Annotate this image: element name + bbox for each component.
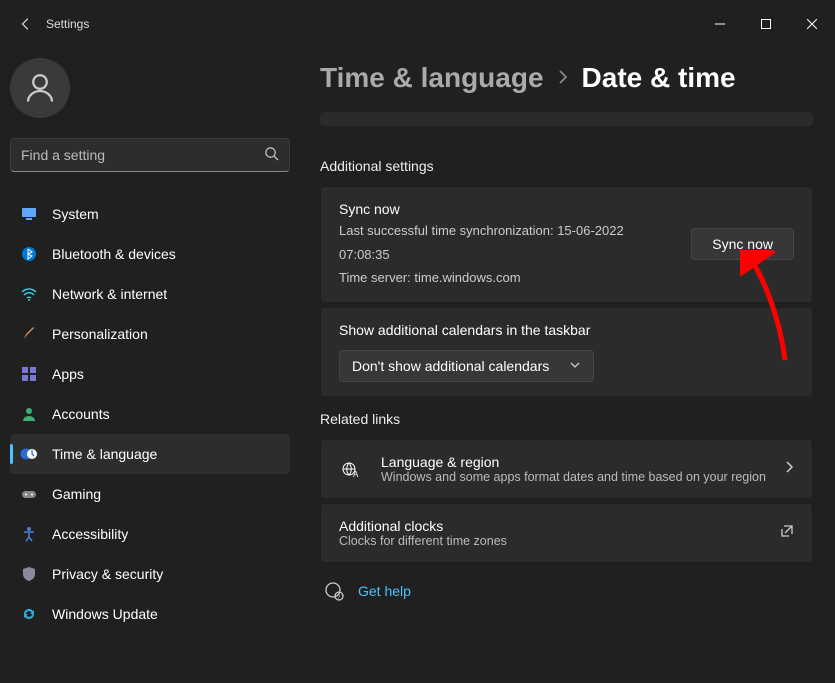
language-region-row[interactable]: A Language & region Windows and some app… xyxy=(320,439,813,499)
update-icon xyxy=(20,605,38,623)
sidebar-item-label: Time & language xyxy=(52,446,157,462)
sidebar-item-windows-update[interactable]: Windows Update xyxy=(10,594,290,634)
shield-icon xyxy=(20,565,38,583)
svg-text:A: A xyxy=(353,470,359,479)
sidebar-item-network[interactable]: Network & internet xyxy=(10,274,290,314)
additional-clocks-title: Additional clocks xyxy=(339,518,762,534)
gamepad-icon xyxy=(20,485,38,503)
clock-globe-icon xyxy=(20,445,38,463)
calendar-title: Show additional calendars in the taskbar xyxy=(339,322,794,338)
sidebar-item-accessibility[interactable]: Accessibility xyxy=(10,514,290,554)
sync-lastsync-line2: 07:08:35 xyxy=(339,245,691,265)
breadcrumb-parent[interactable]: Time & language xyxy=(320,62,544,94)
chevron-right-icon xyxy=(558,70,568,87)
language-region-sub: Windows and some apps format dates and t… xyxy=(381,470,766,484)
sidebar-item-label: Bluetooth & devices xyxy=(52,246,176,262)
sidebar-item-label: Apps xyxy=(52,366,84,382)
sidebar-item-privacy[interactable]: Privacy & security xyxy=(10,554,290,594)
breadcrumb: Time & language Date & time xyxy=(320,62,813,94)
maximize-button[interactable] xyxy=(743,8,789,40)
apps-icon xyxy=(20,365,38,383)
user-avatar[interactable] xyxy=(10,58,70,118)
bluetooth-icon xyxy=(20,245,38,263)
sync-server: Time server: time.windows.com xyxy=(339,268,691,288)
monitor-icon xyxy=(20,205,38,223)
accessibility-icon xyxy=(20,525,38,543)
sync-lastsync-line1: Last successful time synchronization: 15… xyxy=(339,221,691,241)
search-input[interactable] xyxy=(10,138,290,172)
search-field[interactable] xyxy=(21,147,264,163)
sidebar-item-label: System xyxy=(52,206,99,222)
brush-icon xyxy=(20,325,38,343)
sidebar-item-accounts[interactable]: Accounts xyxy=(10,394,290,434)
sidebar-item-label: Personalization xyxy=(52,326,148,342)
sidebar-item-personalization[interactable]: Personalization xyxy=(10,314,290,354)
minimize-button[interactable] xyxy=(697,8,743,40)
language-region-title: Language & region xyxy=(381,454,766,470)
prev-card-edge xyxy=(320,112,813,126)
open-external-icon xyxy=(780,524,794,541)
calendar-select[interactable]: Don't show additional calendars xyxy=(339,350,594,382)
section-title-additional: Additional settings xyxy=(320,158,813,174)
calendar-card: Show additional calendars in the taskbar… xyxy=(320,307,813,397)
sidebar-item-label: Gaming xyxy=(52,486,101,502)
sync-title: Sync now xyxy=(339,201,691,217)
sync-card: Sync now Last successful time synchroniz… xyxy=(320,186,813,303)
main-content: Time & language Date & time Additional s… xyxy=(300,48,835,683)
sidebar: System Bluetooth & devices Network & int… xyxy=(0,48,300,683)
sidebar-item-system[interactable]: System xyxy=(10,194,290,234)
sidebar-item-label: Accounts xyxy=(52,406,110,422)
app-title: Settings xyxy=(46,17,89,31)
sidebar-item-label: Accessibility xyxy=(52,526,128,542)
wifi-icon xyxy=(20,285,38,303)
sidebar-item-time-language[interactable]: Time & language xyxy=(10,434,290,474)
sidebar-item-label: Windows Update xyxy=(52,606,158,622)
sidebar-item-apps[interactable]: Apps xyxy=(10,354,290,394)
sidebar-item-bluetooth[interactable]: Bluetooth & devices xyxy=(10,234,290,274)
nav-list: System Bluetooth & devices Network & int… xyxy=(10,194,290,634)
breadcrumb-current: Date & time xyxy=(582,62,736,94)
get-help-link[interactable]: ? Get help xyxy=(324,581,813,601)
get-help-label: Get help xyxy=(358,583,411,599)
chevron-down-icon xyxy=(569,358,581,374)
calendar-select-value: Don't show additional calendars xyxy=(352,358,549,374)
additional-clocks-sub: Clocks for different time zones xyxy=(339,534,762,548)
sidebar-item-label: Network & internet xyxy=(52,286,167,302)
back-button[interactable] xyxy=(10,8,42,40)
additional-clocks-row[interactable]: Additional clocks Clocks for different t… xyxy=(320,503,813,563)
title-bar: Settings xyxy=(0,0,835,48)
chevron-right-icon xyxy=(784,460,794,477)
section-title-related: Related links xyxy=(320,411,813,427)
person-icon xyxy=(20,405,38,423)
sync-now-button[interactable]: Sync now xyxy=(691,228,794,260)
window-controls xyxy=(697,8,835,40)
search-icon xyxy=(264,146,279,164)
sidebar-item-label: Privacy & security xyxy=(52,566,163,582)
globe-text-icon: A xyxy=(339,458,363,480)
close-button[interactable] xyxy=(789,8,835,40)
sidebar-item-gaming[interactable]: Gaming xyxy=(10,474,290,514)
help-icon: ? xyxy=(324,581,344,601)
